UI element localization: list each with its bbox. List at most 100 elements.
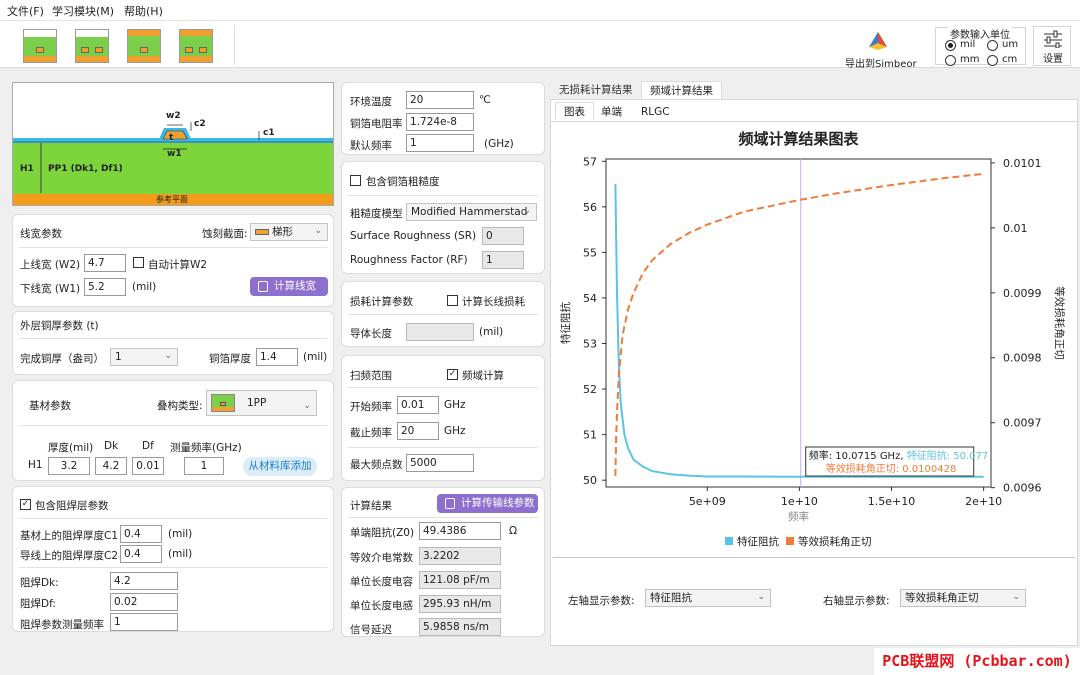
auto-w2-checkbox[interactable] bbox=[133, 257, 144, 268]
resistivity-label: 铜箔电阻率 bbox=[350, 118, 403, 130]
y-left-tick-label: 57 bbox=[583, 155, 597, 168]
right-axis-label: 右轴显示参数: bbox=[823, 595, 890, 607]
default-freq-input[interactable]: 1 bbox=[406, 134, 474, 152]
menu-learning[interactable]: 学习模块(M) bbox=[52, 3, 114, 19]
h1-dk-input[interactable]: 4.2 bbox=[95, 457, 127, 475]
c2-input[interactable]: 0.4 bbox=[120, 545, 162, 563]
right-axis-select[interactable]: 等效损耗角正切 ⌄ bbox=[900, 589, 1026, 607]
toolbar-structure-1-button[interactable] bbox=[23, 29, 57, 63]
stack-label: 叠构类型: bbox=[157, 400, 203, 412]
cursor-loss-tangent-text: 等效损耗角正切: 0.0100428 bbox=[826, 462, 957, 475]
h1-thickness-input[interactable]: 3.2 bbox=[48, 457, 90, 475]
freq-domain-checkbox[interactable]: ✓ bbox=[447, 369, 458, 380]
sweep-title: 扫频范围 bbox=[350, 370, 392, 382]
c2-label: c2 bbox=[194, 119, 206, 129]
tab-lossless[interactable]: 无损耗计算结果 bbox=[551, 81, 641, 99]
capacitance-output: 121.08 pF/m bbox=[419, 571, 501, 589]
divider bbox=[348, 447, 538, 448]
stop-freq-input[interactable]: 20 bbox=[397, 422, 439, 440]
t-label: t bbox=[169, 133, 174, 143]
divider bbox=[348, 314, 538, 315]
unit-um-radio[interactable] bbox=[987, 40, 998, 51]
mask-freq-input[interactable]: 1 bbox=[110, 613, 178, 631]
sweep-panel: 扫频范围 ✓ 频域计算 开始频率 0.01 GHz 截止频率 20 GHz 最大… bbox=[341, 355, 545, 481]
unit-group: 参数输入单位 mil um mm cm bbox=[935, 26, 1026, 66]
finish-select[interactable]: 1 ⌄ bbox=[110, 348, 178, 366]
model-value: Modified Hammerstad bbox=[411, 206, 528, 218]
divider bbox=[19, 518, 327, 519]
sr-input[interactable]: 0 bbox=[482, 227, 524, 245]
length-input[interactable] bbox=[406, 323, 474, 341]
toolbar: 导出到Simbeor 参数输入单位 mil um mm cm 设置 bbox=[0, 20, 1080, 70]
solder-mask-checkbox[interactable]: ✓ bbox=[20, 499, 31, 510]
mask-dk-input[interactable]: 4.2 bbox=[110, 572, 178, 590]
temp-input[interactable]: 20 bbox=[406, 91, 474, 109]
long-loss-checkbox[interactable] bbox=[447, 295, 458, 306]
sr-label: Surface Roughness (SR) bbox=[350, 230, 477, 242]
er-output: 3.2202 bbox=[419, 547, 501, 565]
rf-input[interactable]: 1 bbox=[482, 251, 524, 269]
results-title: 计算结果 bbox=[350, 500, 392, 512]
delay-output: 5.9858 ns/m bbox=[419, 618, 501, 636]
start-freq-label: 开始频率 bbox=[350, 401, 392, 413]
z0-unit: Ω bbox=[509, 525, 518, 537]
z0-output: 49.4386 bbox=[419, 522, 501, 540]
export-simbeor-button[interactable]: 导出到Simbeor bbox=[840, 25, 917, 70]
settings-button[interactable]: 设置 bbox=[1033, 26, 1071, 66]
unit-mil-label: mil bbox=[960, 39, 976, 50]
unit-mm-radio[interactable] bbox=[945, 55, 956, 66]
simbeor-icon bbox=[869, 32, 887, 50]
menu-file[interactable]: 文件(F) bbox=[7, 3, 44, 19]
model-select[interactable]: Modified Hammerstad ⌄ bbox=[406, 203, 537, 221]
y-right-axis-label: 等效损耗角正切 bbox=[1053, 286, 1066, 360]
c1-input[interactable]: 0.4 bbox=[120, 525, 162, 543]
toolbar-structure-3-button[interactable] bbox=[127, 29, 161, 63]
roughness-checkbox[interactable] bbox=[350, 175, 361, 186]
impedance-series-line bbox=[614, 184, 984, 478]
loss-title: 损耗计算参数 bbox=[350, 296, 413, 308]
roughness-label: 包含铜箔粗糙度 bbox=[366, 176, 440, 188]
tab-port[interactable]: 单端 bbox=[593, 103, 630, 121]
divider bbox=[553, 557, 1075, 558]
toolbar-structure-2-button[interactable] bbox=[75, 29, 109, 63]
y-right-tick-label: 0.0101 bbox=[1003, 157, 1042, 170]
export-label: 导出到Simbeor bbox=[845, 59, 917, 70]
stack-select[interactable]: 1PP ⌄ bbox=[206, 390, 317, 416]
etch-select[interactable]: 梯形 ⌄ bbox=[250, 223, 328, 241]
points-input[interactable]: 5000 bbox=[406, 454, 474, 472]
h1-freq-input[interactable]: 1 bbox=[184, 457, 224, 475]
toolbar-structure-4-button[interactable] bbox=[179, 29, 213, 63]
h1-df-input[interactable]: 0.01 bbox=[132, 457, 164, 475]
legend-swatch-impedance bbox=[725, 537, 733, 545]
foil-input[interactable]: 1.4 bbox=[256, 348, 298, 366]
finish-label: 完成铜厚（盎司） bbox=[20, 353, 104, 365]
tab-freq-domain[interactable]: 频域计算结果 bbox=[641, 81, 722, 99]
w2-input[interactable]: 4.7 bbox=[84, 254, 126, 272]
add-from-library-button[interactable]: 从材料库添加 bbox=[243, 457, 317, 476]
tab-rlgc[interactable]: RLGC bbox=[633, 103, 678, 121]
temp-label: 环境温度 bbox=[350, 96, 392, 108]
tab-chart[interactable]: 图表 bbox=[555, 102, 594, 120]
calc-width-button[interactable]: 计算线宽 bbox=[250, 277, 328, 296]
chevron-down-icon: ⌄ bbox=[1012, 592, 1020, 602]
c1-label: c1 bbox=[263, 128, 275, 138]
mask-df-input[interactable]: 0.02 bbox=[110, 593, 178, 611]
menu-help[interactable]: 帮助(H) bbox=[124, 3, 163, 19]
unit-cm-radio[interactable] bbox=[987, 55, 998, 66]
unit-mil-radio[interactable] bbox=[945, 40, 956, 51]
x-tick-label: 2e+10 bbox=[965, 495, 1002, 508]
y-right-tick-label: 0.0098 bbox=[1003, 352, 1042, 365]
y-left-tick-label: 51 bbox=[583, 429, 597, 442]
left-axis-select[interactable]: 特征阻抗 ⌄ bbox=[645, 589, 771, 607]
results-tab-panel: 图表 单端 RLGC 频域计算结果图表 50 51 52 53 54 55 56 57 0.009… bbox=[550, 99, 1078, 646]
w1-input[interactable]: 5.2 bbox=[84, 278, 126, 296]
divider bbox=[19, 567, 327, 568]
length-unit: (mil) bbox=[479, 326, 504, 338]
resistivity-input[interactable]: 1.724e-8 bbox=[406, 113, 474, 131]
calc-params-button[interactable]: 计算传输线参数 bbox=[437, 494, 538, 513]
freq-domain-chart[interactable]: 频域计算结果图表 50 51 52 53 54 55 56 57 0.0096 0.0097 0.00… bbox=[551, 122, 1077, 562]
header-thickness: 厚度(mil) bbox=[48, 442, 94, 454]
cross-section-svg bbox=[13, 122, 333, 205]
start-freq-input[interactable]: 0.01 bbox=[397, 396, 439, 414]
copper-title: 外层铜厚参数 (t) bbox=[20, 320, 99, 332]
